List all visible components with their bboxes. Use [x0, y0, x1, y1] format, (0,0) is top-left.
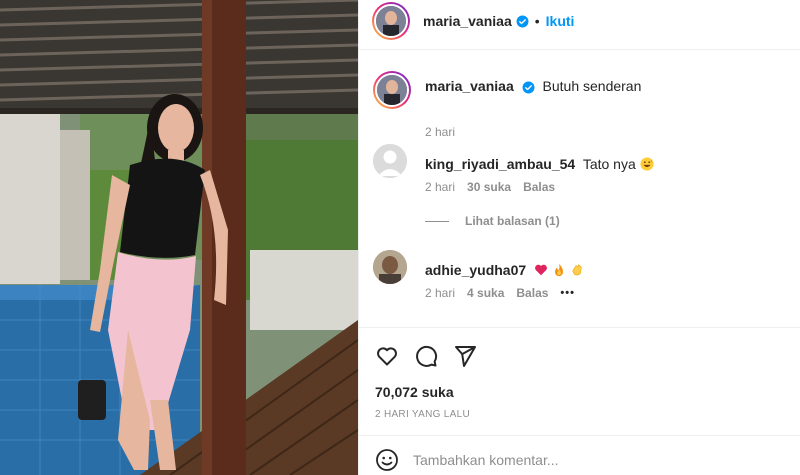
grinning-sweat-emoji-icon — [640, 157, 654, 171]
comment-time[interactable]: 2 hari — [425, 180, 455, 194]
more-options-button[interactable]: ••• — [560, 287, 575, 299]
post-timestamp[interactable]: 2 HARI YANG LALU — [375, 409, 470, 420]
clapping-hands-emoji-icon — [572, 264, 582, 276]
red-heart-emoji-icon — [535, 264, 547, 276]
verified-badge-icon — [516, 15, 529, 27]
caption-username[interactable]: maria_vaniaa — [425, 78, 514, 94]
smiley-icon[interactable] — [375, 448, 399, 472]
caption-avatar[interactable] — [373, 71, 411, 109]
post-photo-image — [0, 0, 358, 475]
reply-button[interactable]: Balas — [516, 286, 548, 300]
comment-input[interactable] — [413, 448, 773, 472]
comments-list: maria_vaniaa Butuh senderan 2 hari king_… — [359, 51, 800, 327]
separator-dot: • — [534, 13, 540, 29]
comment-icon[interactable] — [414, 344, 438, 368]
author-username[interactable]: maria_vaniaa — [423, 13, 512, 29]
likes-count[interactable]: 70,072 suka — [375, 384, 454, 400]
reply-button[interactable]: Balas — [523, 180, 555, 194]
comment-username[interactable]: adhie_yudha07 — [425, 262, 526, 278]
commenter-avatar[interactable] — [373, 250, 407, 284]
fire-emoji-icon — [555, 263, 563, 277]
default-avatar-icon[interactable] — [373, 144, 407, 178]
heart-icon[interactable] — [375, 344, 399, 368]
post-photo[interactable] — [0, 0, 358, 475]
follow-button[interactable]: Ikuti — [546, 13, 575, 29]
post-actions: 70,072 suka 2 HARI YANG LALU — [359, 327, 800, 435]
add-comment-bar — [359, 435, 800, 475]
replies-divider — [425, 220, 449, 222]
verified-badge-icon — [522, 81, 535, 94]
comment-likes[interactable]: 30 suka — [467, 180, 511, 194]
comment-username[interactable]: king_riyadi_ambau_54 — [425, 156, 575, 172]
comment-text: Tato nya — [582, 156, 636, 172]
view-replies-label: Lihat balasan (1) — [465, 214, 560, 228]
post-header: maria_vaniaa • Ikuti — [359, 0, 800, 50]
comment-item: king_riyadi_ambau_54 Tato nya 2 hari 30 … — [373, 144, 793, 204]
comment-time[interactable]: 2 hari — [425, 286, 455, 300]
caption-row: maria_vaniaa Butuh senderan 2 hari — [373, 67, 793, 139]
post-detail-panel: maria_vaniaa • Ikuti maria_vaniaa Butuh … — [358, 0, 800, 475]
send-icon[interactable] — [453, 344, 477, 368]
caption-text: Butuh senderan — [542, 78, 642, 94]
view-replies-button[interactable]: Lihat balasan (1) — [425, 214, 560, 228]
author-avatar[interactable] — [372, 2, 410, 40]
caption-time[interactable]: 2 hari — [425, 125, 455, 139]
comment-likes[interactable]: 4 suka — [467, 286, 504, 300]
comment-item: adhie_yudha07 2 hari 4 suka Balas ••• — [373, 250, 793, 310]
